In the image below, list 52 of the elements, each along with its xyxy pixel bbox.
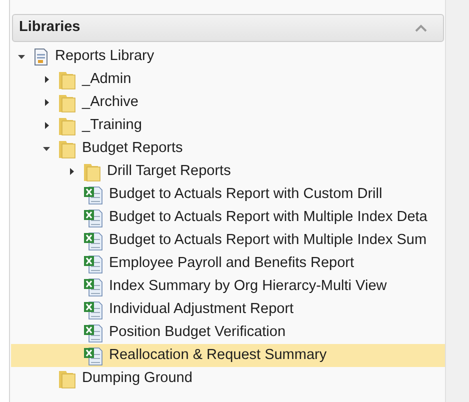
item-label: Individual Adjustment Report: [109, 300, 294, 319]
collapse-arrow-icon[interactable]: [42, 144, 51, 153]
item-label: _Training: [82, 116, 142, 135]
spreadsheet-icon: [83, 208, 103, 228]
expand-arrow-icon[interactable]: [42, 98, 51, 107]
item-label: Budget to Actuals Report with Multiple Index Sum: [109, 230, 427, 250]
item-label: Index Summary by Org Hierarcy-Multi View: [109, 276, 387, 296]
item-label: _Archive: [82, 92, 138, 112]
document-icon: [33, 48, 49, 66]
folder-icon: [58, 92, 76, 112]
item-label: Budget Reports: [82, 138, 183, 158]
panel-title: Libraries: [19, 18, 80, 38]
item-label: Reallocation & Request Summary: [109, 346, 327, 365]
tree-item[interactable]: Position Budget Verification: [11, 321, 445, 344]
tree-item[interactable]: Individual Adjustment Report: [11, 298, 445, 321]
folder-icon: [83, 162, 101, 182]
item-label: Employee Payroll and Benefits Report: [109, 254, 354, 273]
item-label: Budget to Actuals Report with Multiple Index Deta: [109, 208, 428, 227]
spreadsheet-icon: [83, 230, 103, 250]
tree-item[interactable]: Dumping Ground: [11, 367, 445, 390]
expand-arrow-icon[interactable]: [42, 121, 51, 130]
tree-item[interactable]: Reallocation & Request Summary: [11, 344, 445, 367]
tree-item[interactable]: _Admin: [11, 68, 445, 91]
item-label: Dumping Ground: [82, 368, 192, 388]
spreadsheet-icon: [83, 322, 103, 342]
tree-item[interactable]: Index Summary by Org Hierarcy-Multi View: [11, 275, 445, 298]
item-label: Position Budget Verification: [109, 322, 286, 342]
folder-icon: [58, 70, 76, 90]
spreadsheet-icon: [83, 254, 103, 274]
item-label: Drill Target Reports: [107, 162, 231, 181]
item-label: _Admin: [82, 70, 132, 89]
tree-item[interactable]: Budget to Actuals Report with Multiple Index Sum: [11, 229, 445, 252]
spreadsheet-icon: [83, 276, 103, 296]
tree-item[interactable]: Budget Reports: [11, 137, 445, 160]
tree-item[interactable]: _Archive: [11, 91, 445, 114]
expand-arrow-icon[interactable]: [67, 167, 76, 176]
folder-icon: [58, 138, 76, 158]
tree-item[interactable]: Employee Payroll and Benefits Report: [11, 252, 445, 275]
spreadsheet-icon: [83, 184, 103, 204]
spreadsheet-icon: [83, 300, 103, 320]
tree-item[interactable]: Budget to Actuals Report with Multiple Index Deta: [11, 206, 445, 229]
tree-item[interactable]: _Training: [11, 114, 445, 137]
spreadsheet-icon: [83, 346, 103, 366]
folder-icon: [58, 116, 76, 136]
tree-item[interactable]: Budget to Actuals Report with Custom Drill: [11, 183, 445, 206]
item-label: Budget to Actuals Report with Custom Drill: [109, 184, 382, 204]
collapse-arrow-icon[interactable]: [17, 52, 26, 61]
expand-arrow-icon[interactable]: [42, 75, 51, 84]
tree-item[interactable]: Drill Target Reports: [11, 160, 445, 183]
tree-item[interactable]: Reports Library: [11, 45, 445, 68]
item-label: Reports Library: [55, 46, 154, 66]
folder-icon: [58, 368, 76, 388]
